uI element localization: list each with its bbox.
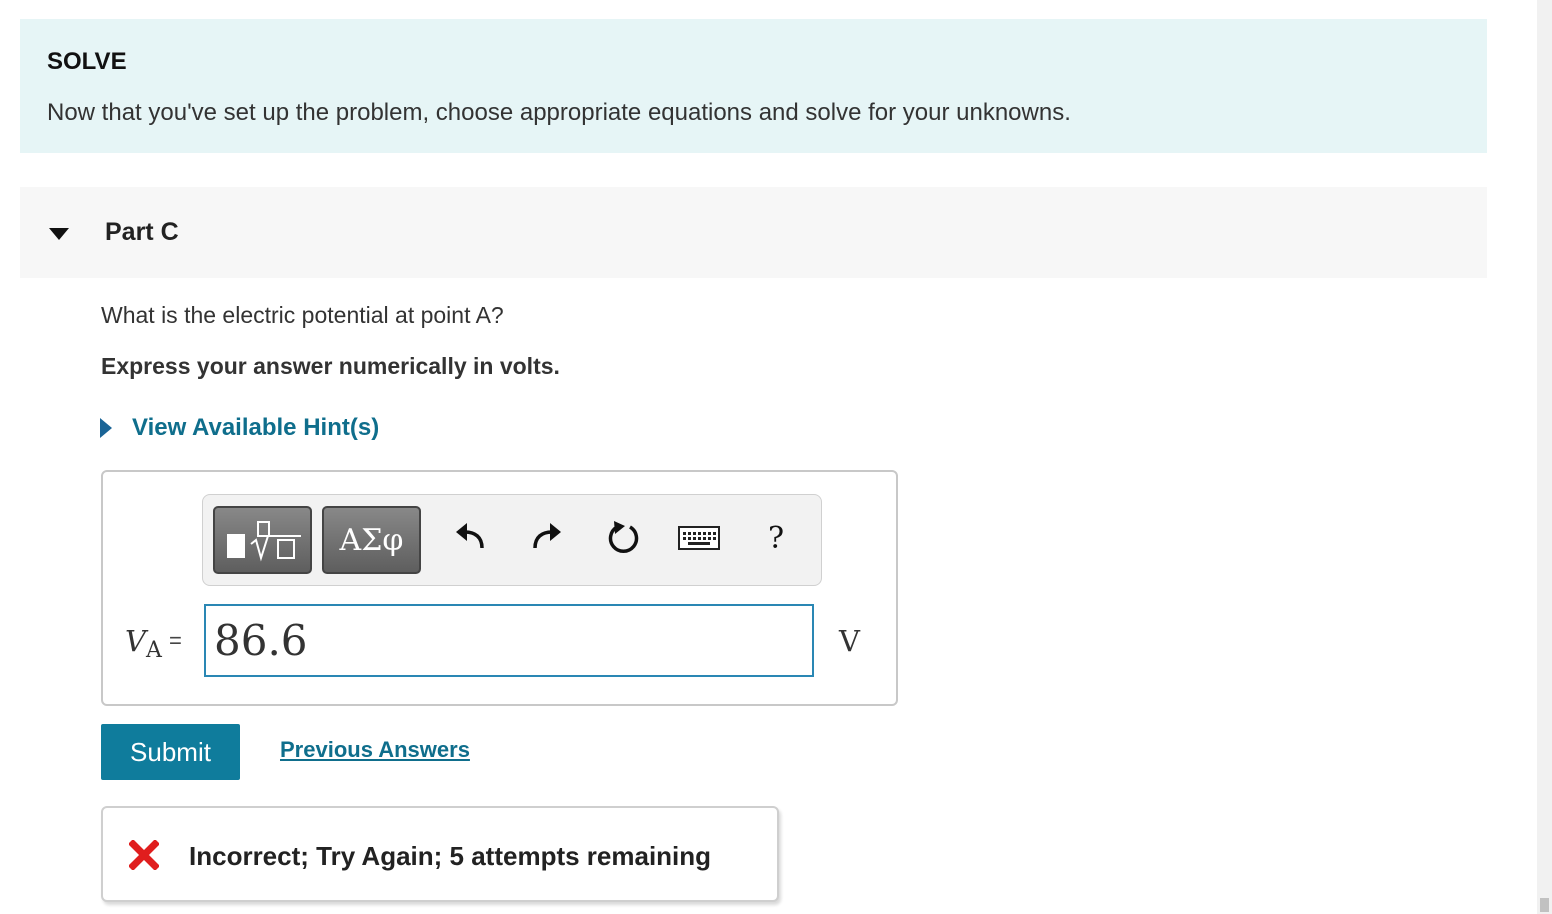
answer-input[interactable]	[204, 604, 814, 677]
feedback-box: Incorrect; Try Again; 5 attempts remaini…	[101, 806, 779, 902]
variable-subscript: A	[145, 638, 162, 663]
caret-right-icon	[100, 418, 112, 438]
templates-icon	[226, 521, 301, 562]
question-text: What is the electric potential at point …	[101, 302, 504, 328]
variable-name: V	[125, 624, 146, 658]
greek-symbols-button[interactable]: ΑΣφ	[322, 506, 421, 574]
templates-button[interactable]	[213, 506, 312, 574]
answer-panel: ΑΣφ ? VA = 86.6 V	[101, 470, 898, 706]
caret-down-icon[interactable]	[49, 228, 69, 240]
submit-button[interactable]: Submit	[101, 724, 240, 780]
view-hints-toggle[interactable]: View Available Hint(s)	[100, 413, 379, 443]
solve-title: SOLVE	[47, 48, 127, 75]
solve-banner: SOLVE Now that you've set up the problem…	[20, 19, 1487, 153]
page-scrollbar[interactable]	[1537, 0, 1552, 914]
solve-description: Now that you've set up the problem, choo…	[47, 99, 1071, 126]
keyboard-icon[interactable]	[676, 513, 722, 563]
instruction-text: Express your answer numerically in volts…	[101, 353, 560, 379]
previous-answers-link[interactable]: Previous Answers	[280, 737, 470, 763]
view-hints-label[interactable]: View Available Hint(s)	[132, 414, 379, 442]
scrollbar-thumb[interactable]	[1540, 898, 1549, 912]
unit-label: V	[839, 624, 860, 658]
redo-icon[interactable]	[524, 513, 570, 563]
equals-sign: =	[169, 628, 182, 653]
undo-icon[interactable]	[447, 513, 493, 563]
help-button[interactable]: ?	[753, 513, 799, 563]
part-title: Part C	[105, 218, 179, 246]
x-icon	[129, 840, 159, 870]
reset-icon[interactable]	[601, 513, 647, 563]
feedback-message: Incorrect; Try Again; 5 attempts remaini…	[189, 841, 712, 871]
part-header[interactable]: Part C	[20, 187, 1487, 278]
math-toolbar: ΑΣφ ?	[202, 494, 822, 586]
variable-label: VA	[125, 624, 162, 663]
